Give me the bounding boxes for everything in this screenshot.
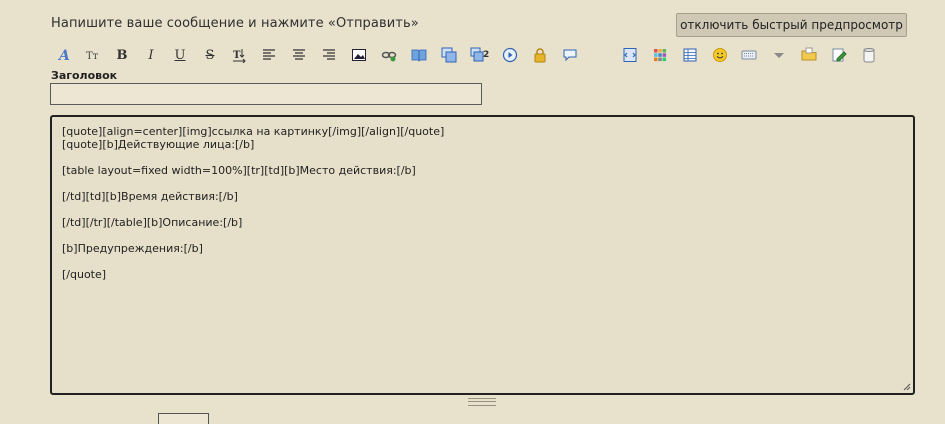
message-line: [table layout=fixed width=100%][tr][td][… xyxy=(62,164,416,177)
speech-bubble-icon[interactable] xyxy=(561,46,579,64)
message-line: [b]Предупреждения:[/b] xyxy=(62,242,203,255)
lock-icon[interactable] xyxy=(531,46,549,64)
svg-text:Tт: Tт xyxy=(86,51,99,62)
italic-font-icon[interactable]: A xyxy=(55,46,73,64)
message-line: [/td][td][b]Время действия:[/b] xyxy=(62,190,238,203)
textarea-resize-grip[interactable] xyxy=(468,398,496,406)
book-icon[interactable] xyxy=(410,46,428,64)
text-direction-icon[interactable]: T xyxy=(231,46,249,64)
message-line xyxy=(62,203,903,216)
bbcode-toolbar: A Tт B I U S T 2 xyxy=(55,46,885,66)
strikethrough-icon[interactable]: S xyxy=(201,46,219,64)
edit-icon[interactable] xyxy=(830,46,848,64)
font-size-icon[interactable]: Tт xyxy=(84,46,102,64)
message-line: [/td][/tr][/table][b]Описание:[/b] xyxy=(62,216,243,229)
message-line xyxy=(62,255,903,268)
folder-icon[interactable] xyxy=(800,46,818,64)
smiley-icon[interactable] xyxy=(711,46,729,64)
table-icon[interactable] xyxy=(681,46,699,64)
title-input[interactable] xyxy=(50,83,482,105)
resize-corner-icon[interactable] xyxy=(903,383,911,391)
trash-icon[interactable] xyxy=(860,46,878,64)
message-line: [/quote] xyxy=(62,268,107,281)
align-left-icon[interactable] xyxy=(260,46,278,64)
color-palette-icon[interactable] xyxy=(651,46,669,64)
bold-icon[interactable]: B xyxy=(113,46,131,64)
message-line xyxy=(62,229,903,242)
media-play-icon[interactable] xyxy=(501,46,519,64)
dropdown-arrow-icon[interactable] xyxy=(770,46,788,64)
image-icon[interactable] xyxy=(350,46,368,64)
message-line xyxy=(62,151,903,164)
underline-icon[interactable]: U xyxy=(171,46,189,64)
quote-icon[interactable] xyxy=(440,46,458,64)
message-line: [quote][align=center][img]ссылка на карт… xyxy=(62,125,445,138)
message-prompt: Напишите ваше сообщение и нажмите «Отпра… xyxy=(51,16,419,31)
title-label: Заголовок xyxy=(51,69,118,82)
message-textarea[interactable]: [quote][align=center][img]ссылка на карт… xyxy=(50,115,915,395)
toggle-quick-preview-button[interactable]: отключить быстрый предпросмотр xyxy=(676,13,907,37)
italic-icon[interactable]: I xyxy=(142,46,160,64)
link-icon[interactable] xyxy=(380,46,398,64)
keyboard-icon[interactable] xyxy=(740,46,758,64)
svg-text:2: 2 xyxy=(483,50,489,60)
align-right-icon[interactable] xyxy=(320,46,338,64)
quote-2-icon[interactable]: 2 xyxy=(469,46,491,64)
code-icon[interactable] xyxy=(621,46,639,64)
align-center-icon[interactable] xyxy=(290,46,308,64)
svg-text:A: A xyxy=(57,48,70,63)
message-line xyxy=(62,177,903,190)
message-line: [quote][b]Действующие лица:[/b] xyxy=(62,138,255,151)
